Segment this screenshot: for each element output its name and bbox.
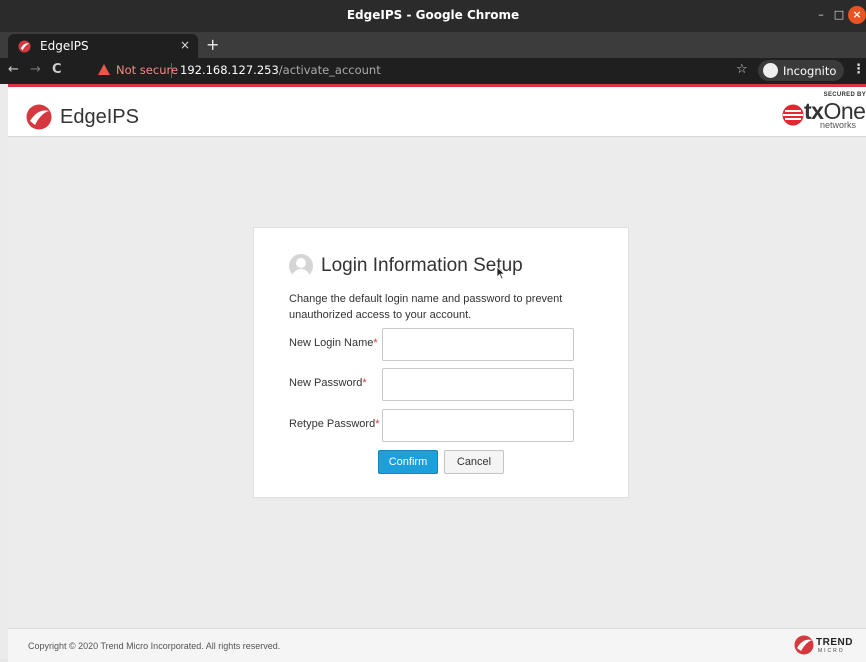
copyright-text: Copyright © 2020 Trend Micro Incorporate…: [28, 641, 281, 651]
page-content: EdgeIPS SECURED BY txOne networks Login …: [8, 84, 866, 662]
retype-password-label: Retype Password*: [289, 418, 380, 430]
maximize-icon[interactable]: □: [830, 6, 848, 24]
browser-menu-icon[interactable]: ⋮: [852, 62, 865, 77]
new-password-label: New Password*: [289, 377, 367, 389]
login-name-label: New Login Name*: [289, 337, 378, 349]
new-login-name-input[interactable]: [382, 328, 574, 361]
tab-strip: EdgeIPS × +: [0, 32, 866, 58]
security-status[interactable]: Not secure: [116, 63, 178, 77]
new-password-input[interactable]: [382, 368, 574, 401]
user-avatar-icon: [289, 254, 313, 278]
title-bar: EdgeIPS - Google Chrome – □ ×: [0, 0, 866, 32]
trend-micro-footer-logo-icon: [794, 635, 814, 655]
txone-logo: SECURED BY txOne networks: [782, 90, 866, 134]
trend-micro-favicon-icon: [18, 40, 31, 53]
minimize-icon[interactable]: –: [812, 6, 830, 24]
new-tab-button[interactable]: +: [206, 35, 219, 54]
address-bar[interactable]: 192.168.127.253/activate_account: [180, 63, 381, 77]
cancel-button[interactable]: Cancel: [444, 450, 504, 474]
incognito-icon: [763, 63, 778, 78]
page-footer: Copyright © 2020 Trend Micro Incorporate…: [8, 628, 866, 662]
omnibox-separator: [171, 63, 172, 78]
tab-close-icon[interactable]: ×: [180, 38, 190, 52]
mouse-cursor-icon: [496, 266, 506, 280]
tab-label: EdgeIPS: [40, 39, 89, 53]
tab-edgeips[interactable]: EdgeIPS ×: [8, 34, 198, 58]
vendor-subname: MICRO: [818, 648, 845, 654]
setup-description: Change the default login name and passwo…: [289, 293, 563, 321]
url-host: 192.168.127.253: [180, 63, 279, 77]
vendor-name: TREND: [816, 637, 853, 648]
url-path: /activate_account: [278, 63, 381, 77]
incognito-label: Incognito: [783, 64, 837, 78]
bookmark-star-icon[interactable]: ☆: [736, 62, 748, 77]
txone-networks-text: networks: [820, 120, 857, 130]
retype-password-input[interactable]: [382, 409, 574, 442]
browser-toolbar: ← → C Not secure 192.168.127.253/activat…: [0, 58, 866, 84]
reload-icon[interactable]: C: [52, 62, 62, 77]
trend-micro-logo-icon: [26, 104, 52, 130]
close-window-icon[interactable]: ×: [848, 6, 866, 24]
app-header: EdgeIPS SECURED BY txOne networks: [8, 87, 866, 137]
back-arrow-icon[interactable]: ←: [8, 62, 19, 77]
confirm-button[interactable]: Confirm: [378, 450, 438, 474]
txone-mark-icon: [782, 104, 804, 126]
window-title: EdgeIPS - Google Chrome: [346, 8, 520, 22]
page-title: Login Information Setup: [321, 255, 523, 276]
incognito-badge[interactable]: Incognito: [758, 60, 844, 81]
forward-arrow-icon[interactable]: →: [30, 62, 41, 77]
app-name: EdgeIPS: [60, 106, 139, 128]
browser-window: EdgeIPS - Google Chrome – □ × EdgeIPS × …: [0, 0, 866, 662]
warning-triangle-icon[interactable]: [98, 64, 110, 75]
login-setup-card: Login Information Setup Change the defau…: [253, 227, 629, 498]
